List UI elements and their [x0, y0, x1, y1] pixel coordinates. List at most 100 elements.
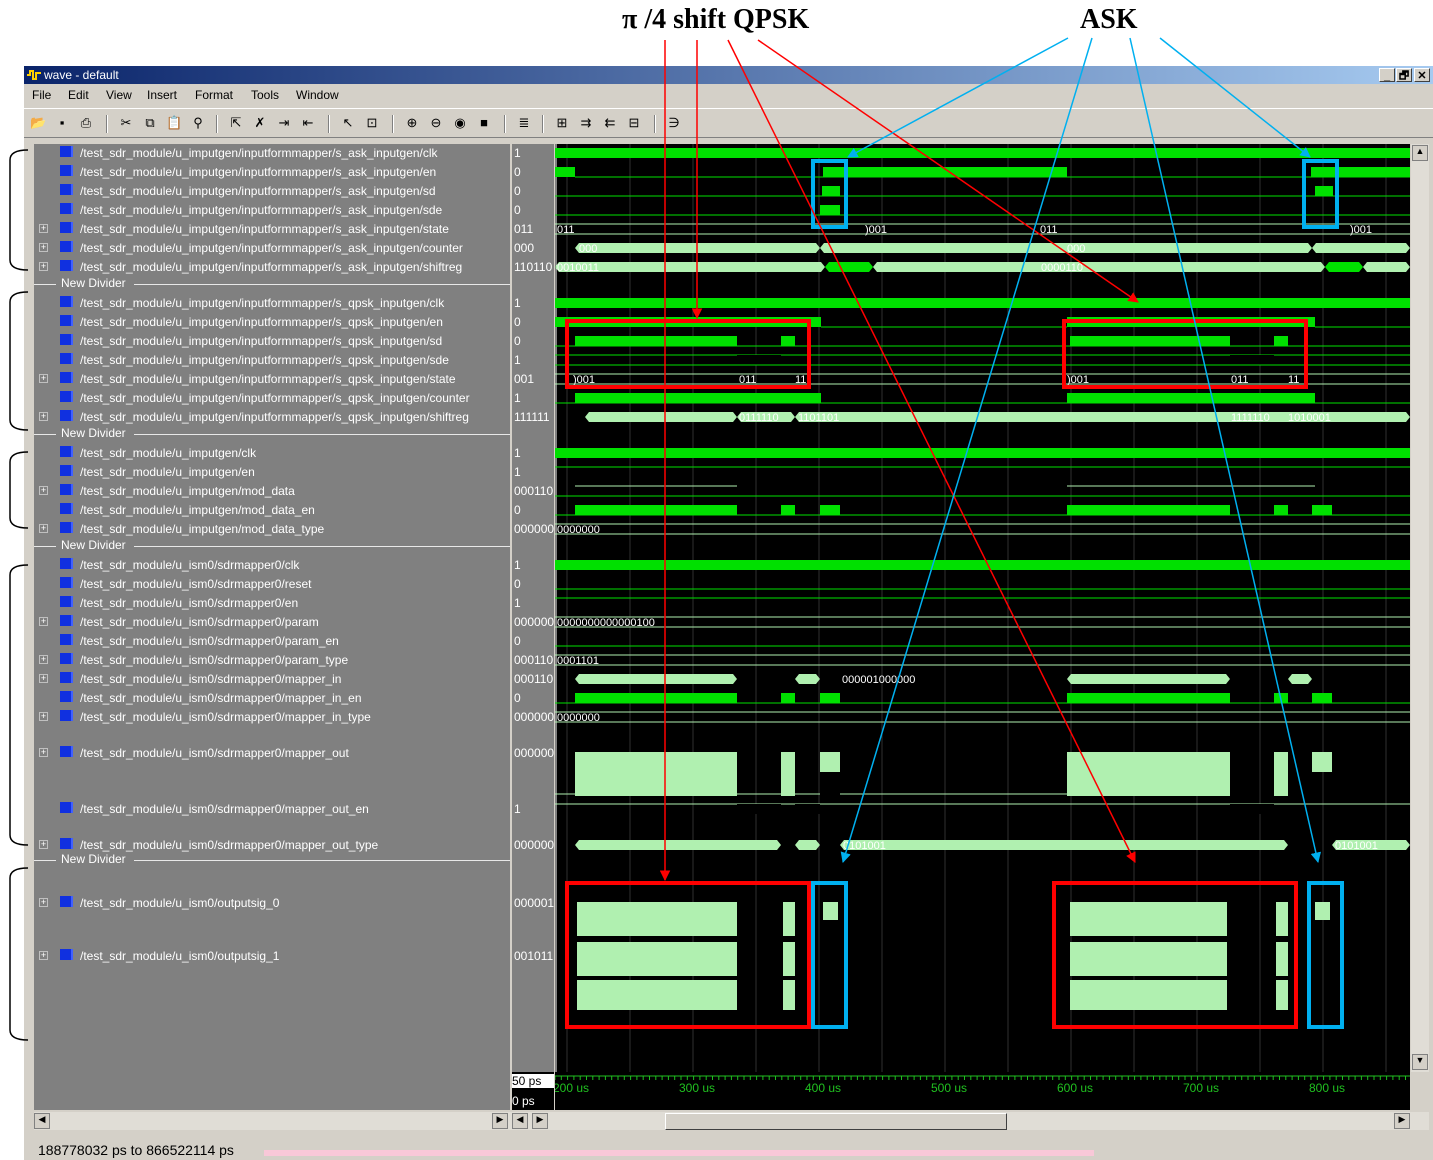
signal-row[interactable]: /test_sdr_module/u_imputgen/inputformmap…	[34, 313, 510, 331]
print-icon[interactable]: ⎙	[78, 115, 94, 131]
signal-row[interactable]: + /test_sdr_module/u_imputgen/inputformma…	[34, 220, 510, 238]
cut-icon[interactable]: ✂	[118, 115, 134, 131]
ask-en-wave	[555, 167, 575, 177]
close-button[interactable]: ✕	[1414, 68, 1430, 82]
expand-icon[interactable]: +	[39, 617, 48, 626]
signal-row[interactable]: /test_sdr_module/u_ism0/sdrmapper0/mappe…	[34, 800, 510, 818]
signal-row[interactable]: + /test_sdr_module/u_ism0/sdrmapper0/mapp…	[34, 744, 510, 762]
divider-row[interactable]: New Divider	[34, 426, 510, 442]
signal-row[interactable]: + /test_sdr_module/u_ism0/sdrmapper0/mapp…	[34, 670, 510, 688]
scroll-down-icon[interactable]: ▼	[1412, 1054, 1428, 1070]
signal-row[interactable]: /test_sdr_module/u_ism0/sdrmapper0/en	[34, 594, 510, 612]
menu-format[interactable]: Format	[195, 88, 233, 102]
wave-segment	[737, 804, 781, 814]
signal-row[interactable]: /test_sdr_module/u_imputgen/en	[34, 463, 510, 481]
expand-icon[interactable]: +	[39, 655, 48, 664]
scroll-left-icon[interactable]: ◀	[34, 1113, 50, 1129]
signal-row[interactable]: + /test_sdr_module/u_ism0/sdrmapper0/mapp…	[34, 708, 510, 726]
menu-view[interactable]: View	[106, 88, 132, 102]
expand-icon[interactable]: +	[39, 748, 48, 757]
signal-row[interactable]: + /test_sdr_module/u_ism0/outputsig_0	[34, 894, 510, 912]
menu-file[interactable]: File	[32, 88, 51, 102]
zoom-in-icon[interactable]: ⊕	[404, 115, 420, 131]
pointer-icon[interactable]: ↖	[340, 115, 356, 131]
signal-row[interactable]: /test_sdr_module/u_ism0/sdrmapper0/reset	[34, 575, 510, 593]
signal-row[interactable]: + /test_sdr_module/u_imputgen/inputformma…	[34, 258, 510, 276]
names-scroll-right-icon[interactable]: ▶	[492, 1113, 508, 1129]
delete-cursor-icon[interactable]: ∋	[666, 115, 682, 131]
expand-icon[interactable]: +	[39, 262, 48, 271]
values-scroll-left-icon[interactable]: ◀	[512, 1113, 528, 1129]
save-icon[interactable]: ▪	[54, 115, 70, 131]
signal-row[interactable]: /test_sdr_module/u_imputgen/inputformmap…	[34, 144, 510, 162]
divider-row[interactable]: New Divider	[34, 276, 510, 292]
find-icon[interactable]: ⚲	[190, 115, 206, 131]
select-icon[interactable]: ⇱	[228, 115, 244, 131]
horizontal-scrollbar[interactable]: ◀ ▶ ◀ ▶ ▶	[34, 1112, 1429, 1130]
signal-row[interactable]: + /test_sdr_module/u_imputgen/inputformma…	[34, 408, 510, 426]
signal-row[interactable]: + /test_sdr_module/u_ism0/sdrmapper0/para…	[34, 613, 510, 631]
expand-icon[interactable]: +	[39, 951, 48, 960]
signal-row[interactable]: + /test_sdr_module/u_imputgen/mod_data	[34, 482, 510, 500]
indent-icon[interactable]: ⇥	[276, 115, 292, 131]
signal-row[interactable]: + /test_sdr_module/u_ism0/sdrmapper0/para…	[34, 651, 510, 669]
divider-row[interactable]: New Divider	[34, 852, 510, 868]
signal-row[interactable]: /test_sdr_module/u_imputgen/inputformmap…	[34, 332, 510, 350]
zoom-out-icon[interactable]: ⊖	[428, 115, 444, 131]
signal-row[interactable]: /test_sdr_module/u_ism0/sdrmapper0/mappe…	[34, 689, 510, 707]
values-scroll-right-icon[interactable]: ▶	[532, 1113, 548, 1129]
signal-row[interactable]: /test_sdr_module/u_imputgen/inputformmap…	[34, 294, 510, 312]
signal-row[interactable]: /test_sdr_module/u_imputgen/inputformmap…	[34, 182, 510, 200]
wave-segment	[575, 393, 821, 403]
restore-button[interactable]: 🗗	[1396, 68, 1412, 82]
expand-icon[interactable]: +	[39, 224, 48, 233]
expand-icon[interactable]: +	[39, 712, 48, 721]
divider-row[interactable]: New Divider	[34, 538, 510, 554]
scroll-up-icon[interactable]: ▲	[1412, 145, 1428, 161]
outdent-icon[interactable]: ⇤	[300, 115, 316, 131]
signal-row[interactable]: + /test_sdr_module/u_ism0/outputsig_1	[34, 947, 510, 965]
signal-row[interactable]: /test_sdr_module/u_imputgen/inputformmap…	[34, 389, 510, 407]
wave-icon[interactable]: ≣	[516, 115, 532, 131]
next-edge-icon[interactable]: ⇉	[578, 115, 594, 131]
menu-tools[interactable]: Tools	[251, 88, 279, 102]
add-cursor-icon[interactable]: ⊟	[626, 115, 642, 131]
expand-icon[interactable]: +	[39, 898, 48, 907]
waveform-canvas[interactable]: 011)001 011)001 000 000 0010011 0000110)001 01…	[555, 144, 1410, 1072]
menu-insert[interactable]: Insert	[147, 88, 177, 102]
menu-edit[interactable]: Edit	[68, 88, 89, 102]
expand-icon[interactable]: +	[39, 486, 48, 495]
expand-icon[interactable]: +	[39, 840, 48, 849]
waveform-pane[interactable]: 011)001 011)001 000 000 0010011 0000110)001 01…	[555, 144, 1410, 1072]
expand-icon[interactable]: +	[39, 674, 48, 683]
scroll-right-icon[interactable]: ▶	[1394, 1113, 1410, 1129]
open-icon[interactable]: 📂	[30, 115, 46, 131]
delete-icon[interactable]: ✗	[252, 115, 268, 131]
signal-row[interactable]: /test_sdr_module/u_ism0/sdrmapper0/clk	[34, 556, 510, 574]
signal-row[interactable]: /test_sdr_module/u_imputgen/mod_data_en	[34, 501, 510, 519]
stop-icon[interactable]: ■	[476, 115, 492, 131]
signal-row[interactable]: /test_sdr_module/u_imputgen/inputformmap…	[34, 201, 510, 219]
prev-edge-icon[interactable]: ⇇	[602, 115, 618, 131]
expand-icon[interactable]: +	[39, 412, 48, 421]
expand-icon[interactable]: +	[39, 243, 48, 252]
zoom-full-icon[interactable]: ◉	[452, 115, 468, 131]
signal-row[interactable]: + /test_sdr_module/u_imputgen/inputformma…	[34, 370, 510, 388]
menu-window[interactable]: Window	[296, 88, 339, 102]
signal-row[interactable]: /test_sdr_module/u_imputgen/inputformmap…	[34, 351, 510, 369]
scroll-thumb[interactable]	[665, 1113, 1007, 1130]
signal-row[interactable]: /test_sdr_module/u_ism0/sdrmapper0/param…	[34, 632, 510, 650]
step-icon[interactable]: ⊞	[554, 115, 570, 131]
signal-row[interactable]: + /test_sdr_module/u_imputgen/mod_data_ty…	[34, 520, 510, 538]
copy-icon[interactable]: ⧉	[142, 115, 158, 131]
minimize-button[interactable]: _	[1379, 68, 1395, 82]
expand-icon[interactable]: +	[39, 374, 48, 383]
signal-row[interactable]: /test_sdr_module/u_imputgen/inputformmap…	[34, 163, 510, 181]
time-axis[interactable]: 200 us 300 us 400 us 500 us 600 us 700 us 800 …	[553, 1072, 1410, 1110]
paste-icon[interactable]: 📋	[166, 115, 182, 131]
vertical-scrollbar[interactable]: ▲ ▼	[1411, 144, 1429, 1072]
signal-row[interactable]: /test_sdr_module/u_imputgen/clk	[34, 444, 510, 462]
zoom-area-icon[interactable]: ⊡	[364, 115, 380, 131]
expand-icon[interactable]: +	[39, 524, 48, 533]
signal-row[interactable]: + /test_sdr_module/u_imputgen/inputformma…	[34, 239, 510, 257]
